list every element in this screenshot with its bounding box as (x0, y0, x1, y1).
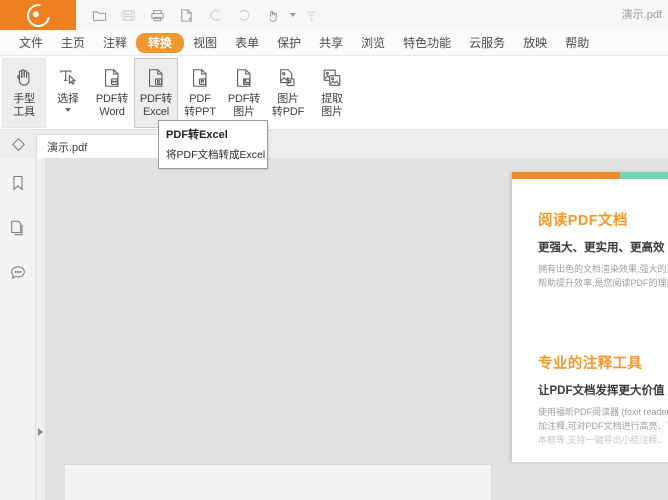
menu-item-present[interactable]: 放映 (514, 33, 556, 53)
save-button[interactable] (115, 3, 142, 27)
redo-button[interactable] (231, 3, 258, 27)
section-paragraph: 本框等,支持一键导出小结注释。 (538, 435, 667, 445)
extract-image-label-2: 图片 (321, 106, 343, 118)
image-to-pdf-button[interactable]: 图片 转PDF (266, 58, 310, 128)
section-heading: 阅读PDF文档 (538, 213, 628, 229)
print-button[interactable] (144, 3, 171, 27)
hand-tool-label-2: 工具 (13, 106, 35, 118)
section-subheading: 更强大、更实用、更高效 (538, 242, 665, 254)
select-tool-button[interactable]: 选择 (46, 58, 90, 128)
chevron-right-icon (38, 428, 43, 436)
text-select-icon (57, 63, 79, 93)
app-logo[interactable] (0, 0, 76, 32)
page-content: 阅读PDF文档 更强大、更实用、更高效 拥有出色的文档渲染效果,强大的页 帮助提… (512, 179, 668, 447)
menu-bar: 文件 主页 注释 转换 视图 表单 保护 共享 浏览 特色功能 云服务 放映 帮… (0, 30, 668, 56)
hand-icon (13, 63, 35, 93)
image-to-pdf-label-2: 转PDF (271, 106, 305, 118)
pdf-page-1: 阅读PDF文档 更强大、更实用、更高效 拥有出色的文档渲染效果,强大的页 帮助提… (512, 172, 668, 462)
pdf-to-excel-label: PDF转 (139, 93, 173, 105)
extract-image-button[interactable]: 提取 图片 (310, 58, 354, 128)
page-section-reading: 阅读PDF文档 更强大、更实用、更高效 拥有出色的文档渲染效果,强大的页 帮助提… (538, 209, 668, 290)
section-paragraph: 拥有出色的文档渲染效果,强大的页 (538, 264, 668, 274)
doc-word-icon (101, 63, 123, 93)
pdf-page-2 (65, 465, 491, 500)
page-header-color-bar (512, 172, 668, 179)
menu-item-cloud[interactable]: 云服务 (460, 33, 514, 53)
select-tool-label: 选择 (57, 93, 79, 105)
ribbon-toolbar: 手型 工具 选择 PDF转 Word PDF转 Excel PDF 转PPT P… (0, 56, 668, 130)
pdf-to-image-button[interactable]: PDF转 图片 (222, 58, 266, 128)
pdf-to-excel-label-2: Excel (143, 106, 169, 118)
page-section-annotation: 专业的注释工具 让PDF文档发挥更大价值 使用福昕PDF阅读器 (foxit r… (538, 352, 668, 447)
sidebar-item-pages[interactable] (5, 215, 31, 241)
doc-excel-icon (145, 63, 167, 93)
pdf-to-excel-tooltip: PDF转Excel 将PDF文档转成Excel (158, 120, 268, 169)
foxit-logo-icon (21, 0, 55, 32)
customize-toolbar-icon[interactable] (298, 3, 325, 27)
navigation-rail (0, 158, 36, 500)
image-to-pdf-icon (277, 63, 299, 93)
window-document-title: 演示.pdf (621, 9, 662, 21)
pdf-to-ppt-label: PDF (189, 93, 211, 105)
document-viewport[interactable]: 阅读PDF文档 更强大、更实用、更高效 拥有出色的文档渲染效果,强大的页 帮助提… (46, 158, 668, 500)
doc-ppt-icon (189, 63, 211, 93)
touch-mode-button[interactable] (260, 3, 287, 27)
undo-button[interactable] (202, 3, 229, 27)
hand-tool-label: 手型 (13, 93, 35, 105)
pdf-to-ppt-label-2: 转PPT (184, 106, 216, 118)
sidebar-item-comments[interactable] (5, 260, 31, 286)
menu-item-share[interactable]: 共享 (310, 33, 352, 53)
menu-item-browse[interactable]: 浏览 (352, 33, 394, 53)
foxit-reader-window: 演示.pdf 文件 主页 注释 转换 视图 表单 保护 共享 浏览 特色功能 云… (0, 0, 668, 500)
pdf-to-word-label-2: Word (99, 106, 125, 118)
tooltip-description: 将PDF文档转成Excel (166, 149, 266, 161)
quick-access-toolbar (86, 3, 325, 27)
menu-item-features[interactable]: 特色功能 (394, 33, 460, 53)
section-subheading: 让PDF文档发挥更大价值 (538, 385, 665, 397)
menu-item-view[interactable]: 视图 (184, 33, 226, 53)
section-paragraph: 加注释,可对PDF文档进行高亮、下划 (538, 421, 668, 431)
open-file-button[interactable] (86, 3, 113, 27)
pdf-to-ppt-button[interactable]: PDF 转PPT (178, 58, 222, 128)
hand-tool-button[interactable]: 手型 工具 (2, 58, 46, 128)
pdf-to-word-label: PDF转 (95, 93, 129, 105)
tooltip-title: PDF转Excel (166, 129, 228, 141)
menu-item-home[interactable]: 主页 (52, 33, 94, 53)
doc-image-icon (233, 63, 255, 93)
document-tab-label: 演示.pdf (47, 141, 88, 154)
sidebar-expand-handle[interactable] (36, 158, 46, 500)
section-paragraph: 使用福昕PDF阅读器 (foxit reader) (538, 407, 668, 417)
image-to-pdf-label: 图片 (277, 93, 299, 105)
pdf-to-word-button[interactable]: PDF转 Word (90, 58, 134, 128)
pdf-to-image-label: PDF转 (227, 93, 261, 105)
pdf-to-excel-button[interactable]: PDF转 Excel (134, 58, 178, 128)
header-bar-left-segment (512, 172, 620, 179)
chevron-down-icon[interactable] (65, 108, 71, 112)
extract-image-label: 提取 (321, 93, 343, 105)
pdf-to-image-label-2: 图片 (233, 106, 255, 118)
create-pdf-button[interactable] (173, 3, 200, 27)
extract-image-icon (321, 63, 343, 93)
header-bar-right-segment (620, 172, 668, 179)
eraser-icon[interactable] (0, 130, 36, 158)
menu-item-convert[interactable]: 转换 (136, 32, 185, 53)
document-tab-bar: 演示.pdf (0, 130, 668, 159)
menu-item-comment[interactable]: 注释 (94, 33, 136, 53)
touch-mode-dropdown-icon[interactable] (290, 13, 296, 17)
sidebar-item-bookmarks[interactable] (5, 170, 31, 196)
menu-item-form[interactable]: 表单 (226, 33, 268, 53)
section-heading: 专业的注释工具 (538, 356, 643, 372)
menu-item-protect[interactable]: 保护 (268, 33, 310, 53)
menu-item-file[interactable]: 文件 (10, 33, 52, 53)
section-paragraph: 帮助提升效率,是您阅读PDF的理想 (538, 278, 668, 288)
title-bar: 演示.pdf (0, 0, 668, 32)
menu-item-help[interactable]: 帮助 (556, 33, 598, 53)
